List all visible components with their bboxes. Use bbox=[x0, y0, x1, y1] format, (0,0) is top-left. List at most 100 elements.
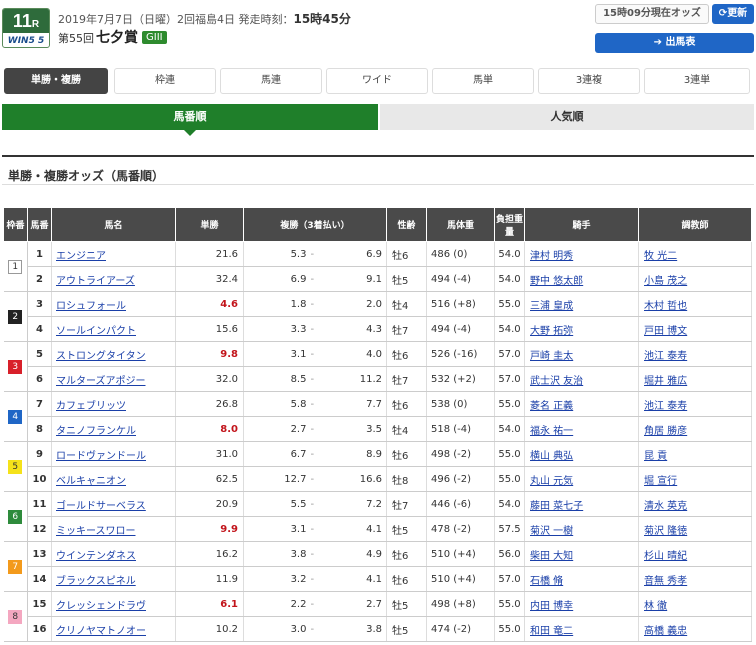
tab-wide[interactable]: ワイド bbox=[326, 68, 428, 94]
trainer-link[interactable]: 戸田 博文 bbox=[644, 326, 687, 337]
jockey-link[interactable]: 武士沢 友治 bbox=[530, 376, 583, 387]
jockey-link[interactable]: 柴田 大知 bbox=[530, 551, 573, 562]
frame-cell: 5 bbox=[3, 441, 28, 492]
horse-number: 14 bbox=[27, 566, 52, 592]
sex-age: 牡4 bbox=[386, 291, 427, 317]
trainer-link[interactable]: 杉山 晴紀 bbox=[644, 551, 687, 562]
tab-wakuren[interactable]: 枠連 bbox=[114, 68, 216, 94]
table-row: 6 マルターズアポジー 32.0 8.5-11.2 牡7 532 (+2) 57.0 武士沢 … bbox=[4, 366, 752, 392]
sex-age: 牡6 bbox=[386, 541, 427, 567]
horse-name-link[interactable]: ベルキャニオン bbox=[56, 476, 126, 487]
jockey-link[interactable]: 福永 祐一 bbox=[530, 426, 573, 437]
place-odds-sep: - bbox=[310, 241, 320, 267]
place-odds-sep: - bbox=[310, 466, 320, 492]
sex-age: 牡7 bbox=[386, 316, 427, 342]
win-odds: 20.9 bbox=[175, 491, 244, 517]
trainer-cell: 木村 哲也 bbox=[638, 291, 752, 317]
frame-badge: 8 bbox=[8, 609, 23, 624]
horse-name-link[interactable]: タニノフランケル bbox=[56, 426, 136, 437]
place-odds-min: 6.7 bbox=[243, 441, 311, 467]
place-odds-min: 5.8 bbox=[243, 391, 311, 417]
trainer-link[interactable]: 角居 勝彦 bbox=[644, 426, 687, 437]
win-odds: 6.1 bbox=[175, 591, 244, 617]
sort-by-popularity[interactable]: 人気順 bbox=[380, 104, 754, 130]
entries-button[interactable]: ➔ 出馬表 bbox=[595, 33, 754, 53]
jockey-cell: 横山 典弘 bbox=[524, 441, 639, 467]
race-number: 11 bbox=[12, 11, 32, 31]
horse-weight: 518 (-4) bbox=[426, 416, 495, 442]
trainer-link[interactable]: 池江 泰寿 bbox=[644, 351, 687, 362]
trainer-link[interactable]: 音無 秀孝 bbox=[644, 576, 687, 587]
horse-name-link[interactable]: クレッシェンドラヴ bbox=[56, 601, 146, 612]
trainer-link[interactable]: 林 徹 bbox=[644, 601, 667, 612]
tab-umatan[interactable]: 馬単 bbox=[432, 68, 534, 94]
jockey-link[interactable]: 三浦 皇成 bbox=[530, 301, 573, 312]
update-button[interactable]: ⟳更新 bbox=[712, 4, 754, 24]
place-odds-min: 8.5 bbox=[243, 366, 311, 392]
horse-name-link[interactable]: ソールインパクト bbox=[56, 326, 136, 337]
jockey-link[interactable]: 菱名 正義 bbox=[530, 401, 573, 412]
horse-weight: 494 (-4) bbox=[426, 316, 495, 342]
trainer-link[interactable]: 牧 光二 bbox=[644, 251, 677, 262]
jockey-link[interactable]: 内田 博幸 bbox=[530, 601, 573, 612]
jockey-link[interactable]: 大野 拓弥 bbox=[530, 326, 573, 337]
horse-name-link[interactable]: マルターズアポジー bbox=[56, 376, 146, 387]
horse-name-link[interactable]: クリノヤマトノオー bbox=[56, 626, 146, 637]
trainer-link[interactable]: 堀 宣行 bbox=[644, 476, 677, 487]
jockey-link[interactable]: 津村 明秀 bbox=[530, 251, 573, 262]
horse-name-cell: カフェブリッツ bbox=[51, 391, 176, 417]
carried-weight: 54.0 bbox=[494, 316, 525, 342]
horse-name-link[interactable]: ブラックスピネル bbox=[56, 576, 136, 587]
jockey-cell: 津村 明秀 bbox=[524, 241, 639, 267]
horse-name-link[interactable]: カフェブリッツ bbox=[56, 401, 126, 412]
sex-age: 牡6 bbox=[386, 241, 427, 267]
win-odds: 26.8 bbox=[175, 391, 244, 417]
col-win: 単勝 bbox=[175, 207, 244, 242]
jockey-link[interactable]: 菊沢 一樹 bbox=[530, 526, 573, 537]
horse-name-link[interactable]: ミッキースワロー bbox=[56, 526, 136, 537]
horse-name-link[interactable]: ロードヴァンドール bbox=[56, 451, 146, 462]
tab-sanrenpuku[interactable]: 3連複 bbox=[538, 68, 640, 94]
horse-name-link[interactable]: ゴールドサーベラス bbox=[56, 501, 146, 512]
trainer-link[interactable]: 昆 貢 bbox=[644, 451, 667, 462]
sort-by-number[interactable]: 馬番順 bbox=[2, 104, 378, 130]
horse-name-link[interactable]: ストロングタイタン bbox=[56, 351, 146, 362]
trainer-link[interactable]: 小島 茂之 bbox=[644, 276, 687, 287]
jockey-link[interactable]: 丸山 元気 bbox=[530, 476, 573, 487]
jockey-link[interactable]: 横山 典弘 bbox=[530, 451, 573, 462]
trainer-link[interactable]: 菊沢 隆徳 bbox=[644, 526, 687, 537]
jockey-cell: 丸山 元気 bbox=[524, 466, 639, 492]
jockey-link[interactable]: 戸崎 圭太 bbox=[530, 351, 573, 362]
trainer-link[interactable]: 池江 泰寿 bbox=[644, 401, 687, 412]
horse-number: 15 bbox=[27, 591, 52, 617]
horse-weight: 538 (0) bbox=[426, 391, 495, 417]
table-row: 8 15 クレッシェンドラヴ 6.1 2.2-2.7 牡5 498 (+8) 55.0 内田 博… bbox=[3, 591, 752, 642]
horse-name-link[interactable]: ロシュフォール bbox=[56, 301, 126, 312]
trainer-link[interactable]: 木村 哲也 bbox=[644, 301, 687, 312]
trainer-link[interactable]: 清水 英克 bbox=[644, 501, 687, 512]
tab-sanrentan[interactable]: 3連単 bbox=[644, 68, 750, 94]
trainer-link[interactable]: 堀井 雅広 bbox=[644, 376, 687, 387]
sort-tabs: 馬番順 人気順 bbox=[2, 104, 754, 136]
place-odds-max: 4.0 bbox=[319, 341, 388, 367]
jockey-link[interactable]: 石橋 脩 bbox=[530, 576, 563, 587]
frame-badge: 7 bbox=[8, 559, 23, 574]
win5-logo: WIN5 5 bbox=[7, 36, 45, 46]
tab-umaren[interactable]: 馬連 bbox=[220, 68, 322, 94]
place-odds-max: 7.7 bbox=[319, 391, 388, 417]
trainer-link[interactable]: 高橋 義忠 bbox=[644, 626, 687, 637]
jockey-link[interactable]: 野中 悠太郎 bbox=[530, 276, 583, 287]
frame-cell: 4 bbox=[3, 391, 28, 442]
frame-badge: 6 bbox=[8, 509, 23, 524]
horse-name-link[interactable]: ウインテンダネス bbox=[56, 551, 136, 562]
frame-badge: 2 bbox=[8, 309, 23, 324]
trainer-cell: 音無 秀孝 bbox=[638, 566, 752, 592]
table-row: 2 アウトライアーズ 32.4 6.9-9.1 牡5 494 (-4) 54.0 野中 悠太郎… bbox=[4, 266, 752, 292]
jockey-link[interactable]: 藤田 菜七子 bbox=[530, 501, 583, 512]
horse-name-link[interactable]: エンジニア bbox=[56, 251, 106, 262]
trainer-cell: 高橋 義忠 bbox=[638, 616, 752, 642]
win-odds: 4.6 bbox=[175, 291, 244, 317]
horse-name-link[interactable]: アウトライアーズ bbox=[56, 276, 135, 287]
jockey-link[interactable]: 和田 竜二 bbox=[530, 626, 573, 637]
tab-tanfuku[interactable]: 単勝・複勝 bbox=[4, 68, 108, 94]
